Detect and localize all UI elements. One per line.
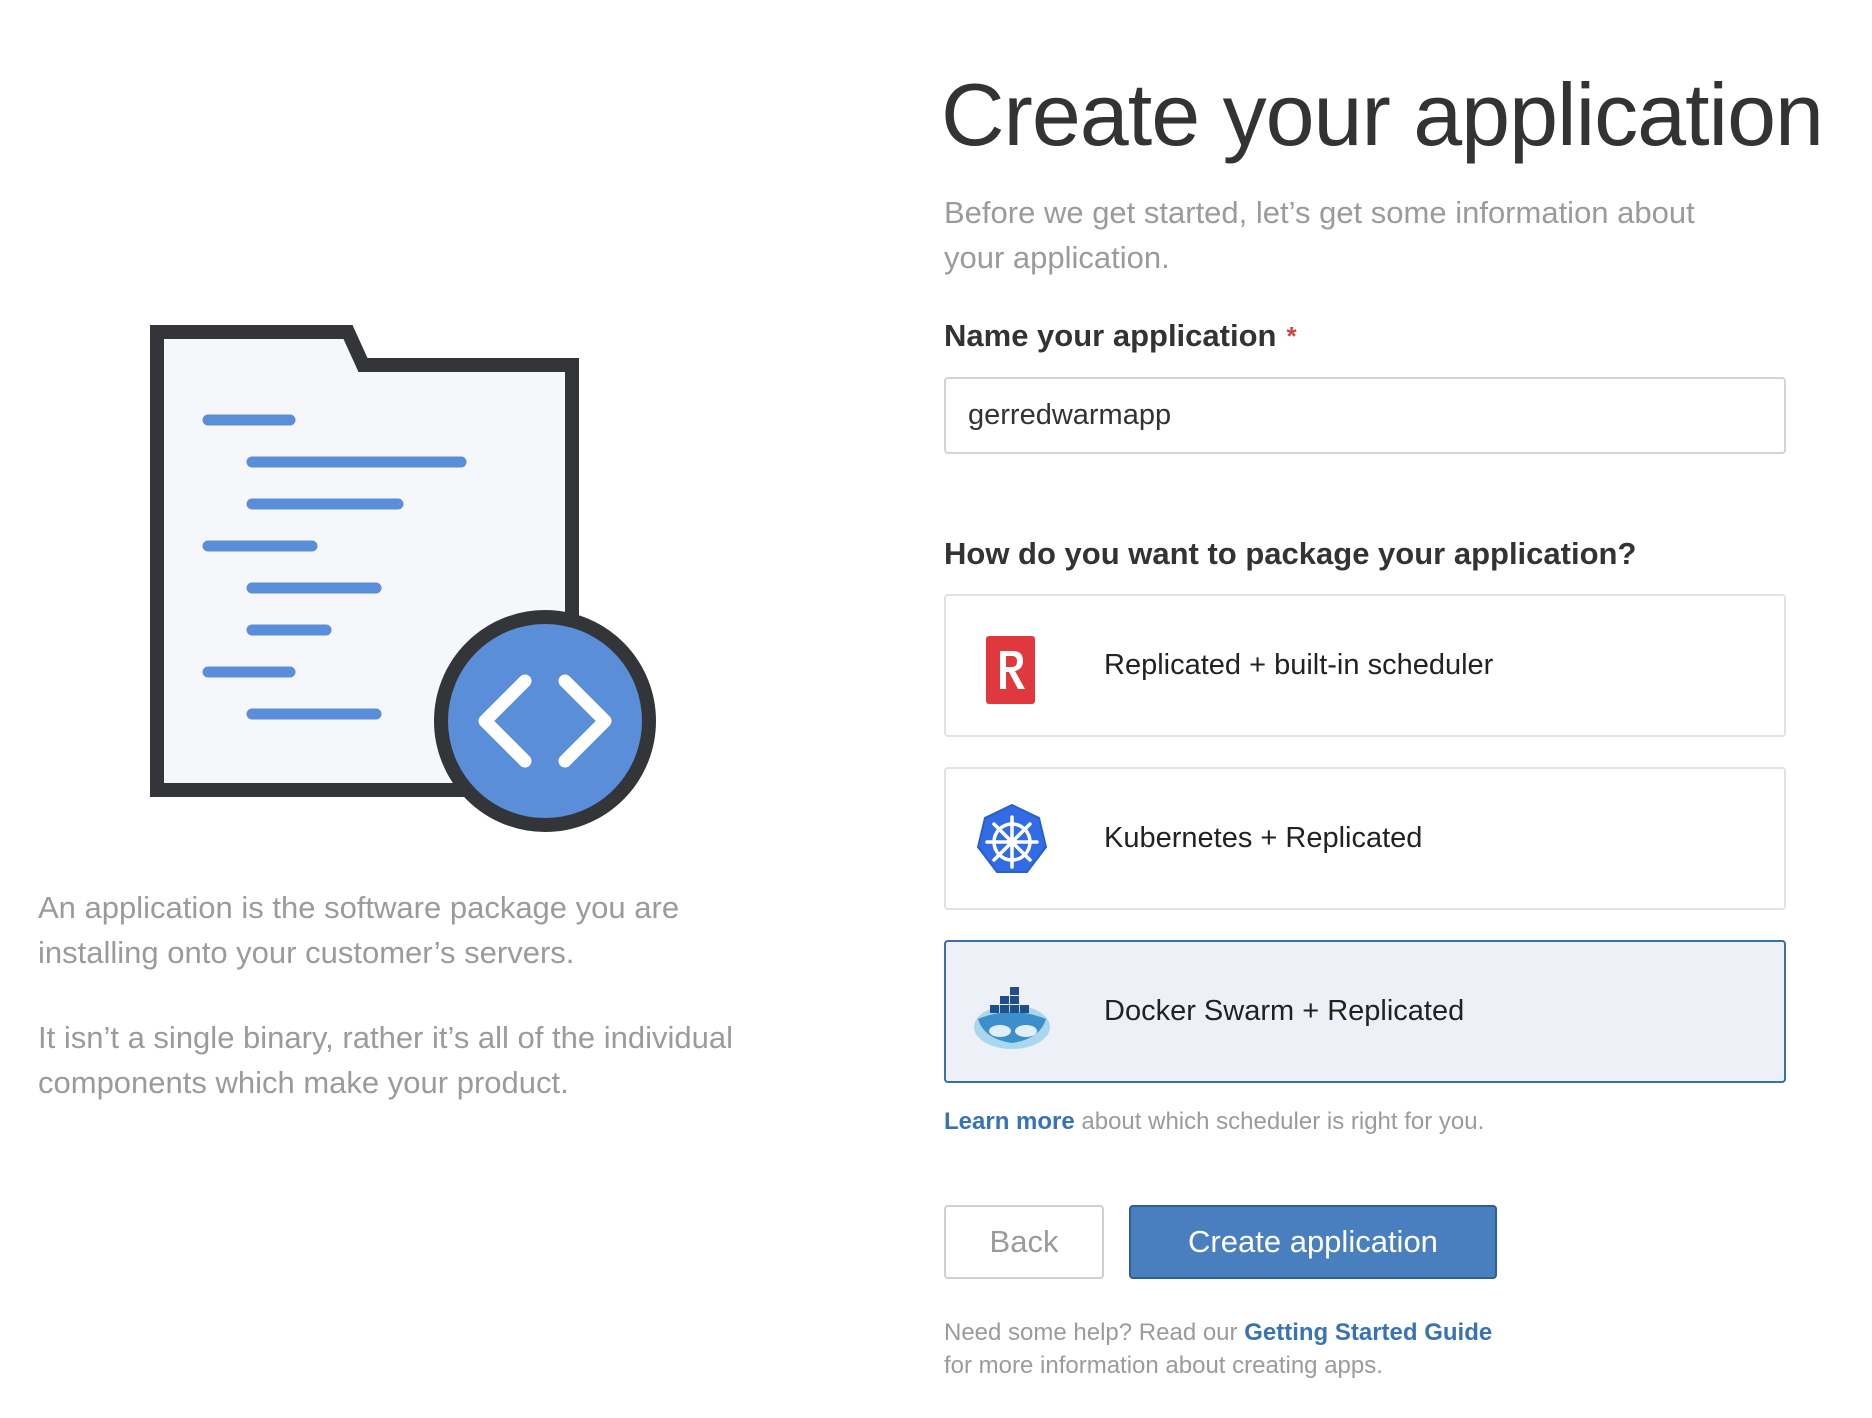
- option-replicated-scheduler[interactable]: Replicated + built-in scheduler: [944, 594, 1786, 737]
- folder-code-icon: [150, 325, 656, 832]
- create-application-button[interactable]: Create application: [1129, 1205, 1497, 1279]
- option-label: Kubernetes + Replicated: [1104, 822, 1423, 854]
- help-prefix: Need some help? Read our: [944, 1319, 1245, 1346]
- learn-more-rest: about which scheduler is right for you.: [1074, 1108, 1485, 1135]
- back-button[interactable]: Back: [944, 1205, 1104, 1279]
- package-question-label: How do you want to package your applicat…: [944, 536, 1637, 571]
- page-subtitle: Before we get started, let’s get some in…: [944, 195, 1695, 275]
- application-components-description: It isn’t a single binary, rather it’s al…: [38, 1020, 733, 1100]
- help-suffix: for more information about creating apps…: [944, 1352, 1383, 1379]
- option-docker-swarm[interactable]: Docker Swarm + Replicated: [944, 940, 1786, 1083]
- option-kubernetes[interactable]: Kubernetes + Replicated: [944, 767, 1786, 910]
- getting-started-guide-link[interactable]: Getting Started Guide: [1244, 1319, 1492, 1346]
- application-description: An application is the software package y…: [38, 890, 680, 970]
- option-label: Replicated + built-in scheduler: [1104, 649, 1494, 681]
- application-name-input[interactable]: [944, 377, 1786, 454]
- learn-more-link[interactable]: Learn more: [944, 1108, 1075, 1135]
- docker-swarm-logo-icon: [974, 987, 1050, 1049]
- name-label-text: Name your application: [944, 318, 1277, 353]
- option-label: Docker Swarm + Replicated: [1104, 995, 1465, 1027]
- required-marker: *: [1286, 321, 1297, 351]
- kubernetes-logo-icon: [976, 803, 1048, 873]
- help-text: Need some help? Read our Getting Started…: [944, 1316, 1492, 1382]
- replicated-logo-icon: [986, 636, 1035, 704]
- name-field-label: Name your application *: [944, 316, 1297, 356]
- learn-more-text: Learn more about which scheduler is righ…: [944, 1104, 1484, 1140]
- page-title: Create your application: [941, 65, 1824, 164]
- code-brackets-icon: [434, 610, 656, 832]
